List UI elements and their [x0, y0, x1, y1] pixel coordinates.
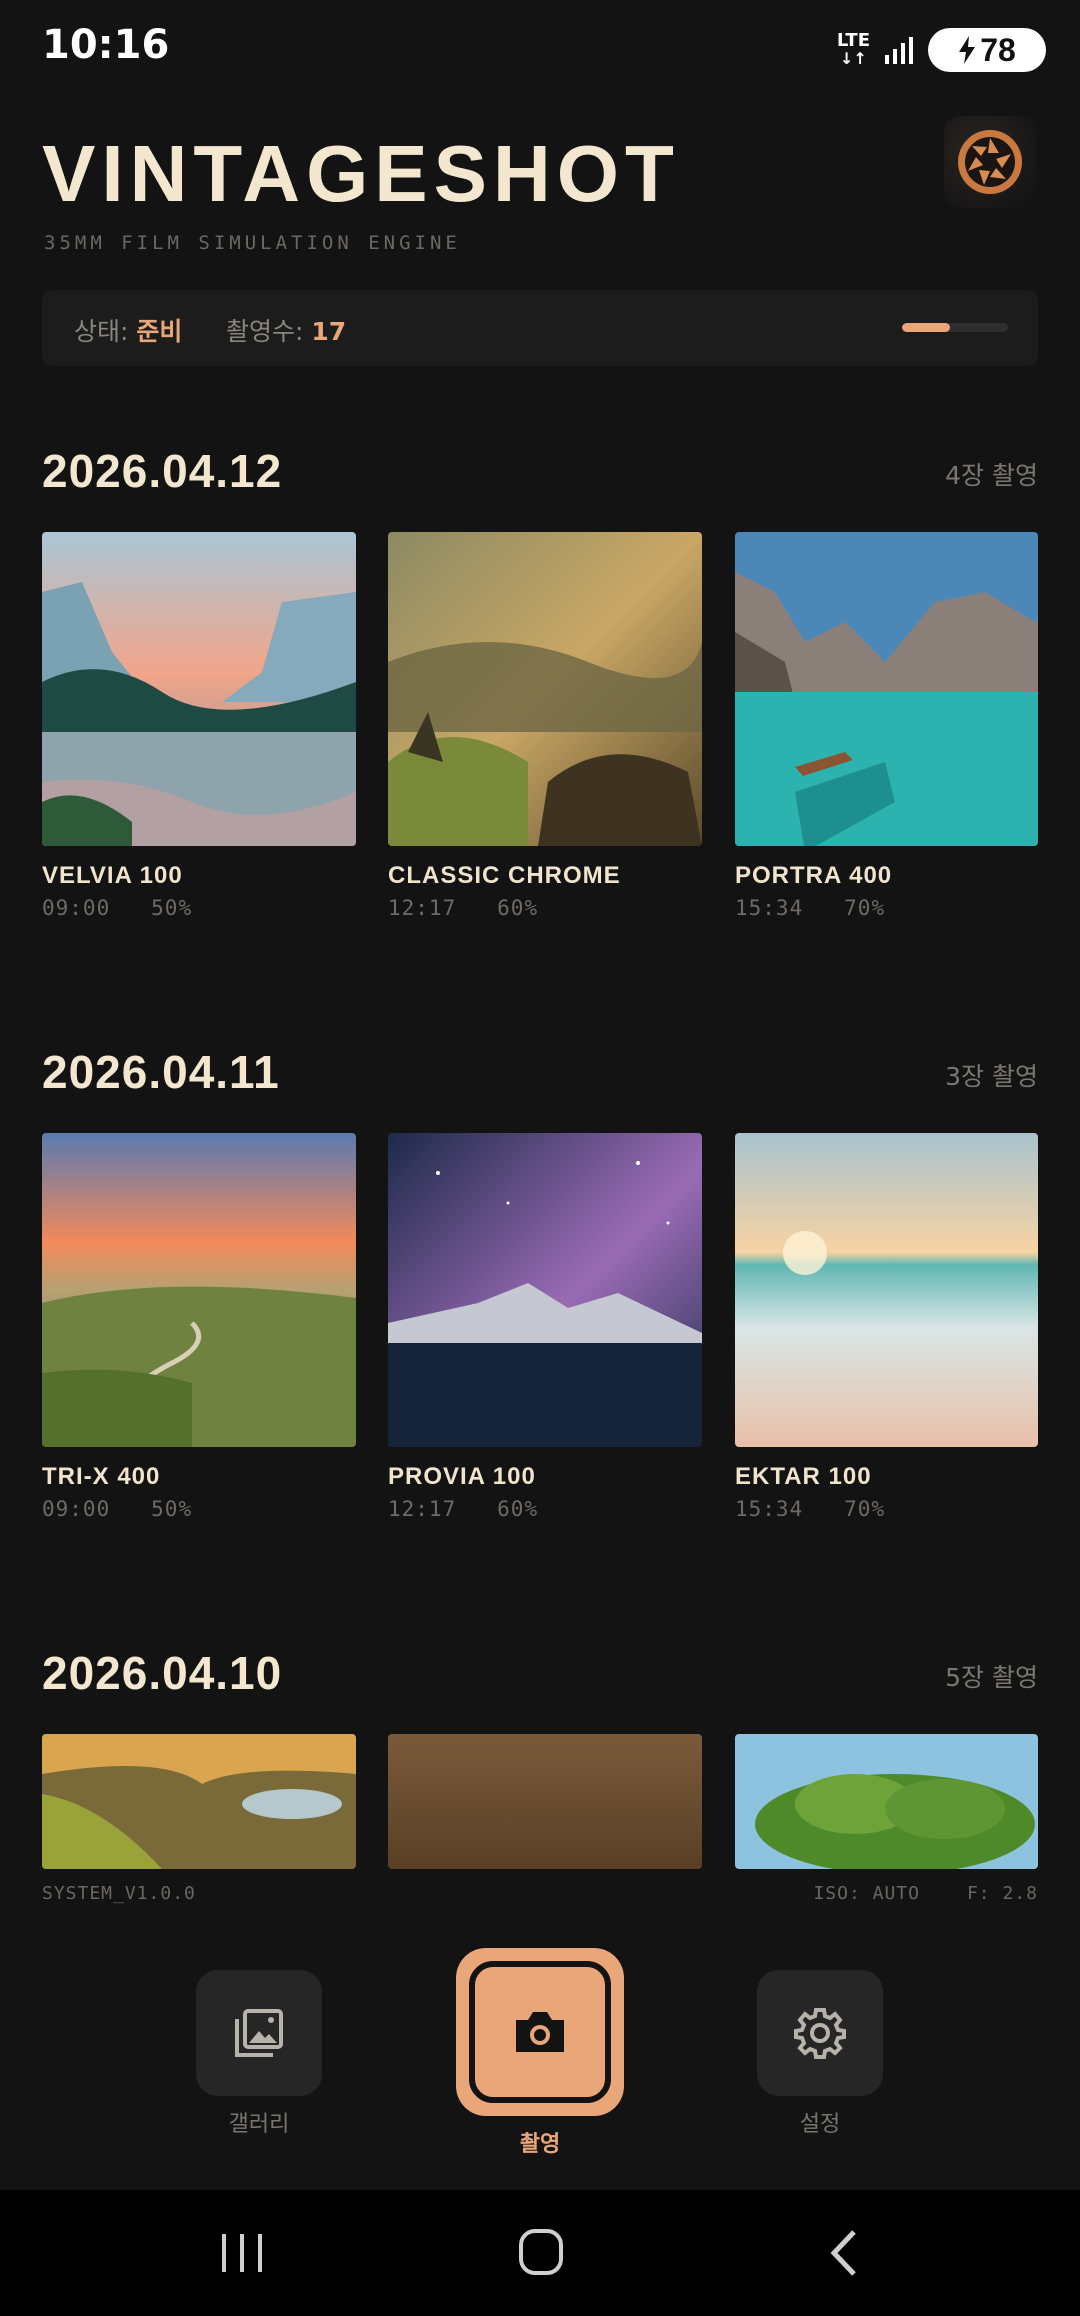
photo-thumbnail[interactable] — [42, 532, 356, 846]
section-count: 5장 촬영 — [945, 1663, 1038, 1692]
signal-icon — [885, 37, 913, 64]
fstop-readout: F: 2.8 — [966, 1883, 1038, 1904]
state-value: 준비 — [136, 317, 183, 346]
photo-meta: 09:00 50% — [42, 1497, 193, 1521]
photo-thumbnail[interactable] — [42, 1133, 356, 1447]
photo-thumbnail[interactable] — [42, 1734, 356, 1869]
network-indicator: LTE ↓↑ — [836, 30, 870, 68]
aperture-icon[interactable] — [944, 116, 1036, 208]
gallery-icon — [235, 2009, 283, 2057]
photo-thumbnail[interactable] — [735, 1133, 1038, 1447]
back-icon[interactable] — [826, 2228, 860, 2278]
system-version: SYSTEM_V1.0.0 — [42, 1883, 196, 1904]
camera-icon — [516, 2012, 564, 2052]
film-name: VELVIA 100 — [42, 862, 183, 889]
section-date: 2026.04.12 — [42, 445, 283, 497]
section-count: 4장 촬영 — [945, 461, 1038, 490]
section-count: 3장 촬영 — [945, 1062, 1038, 1091]
progress-bar — [902, 323, 1008, 332]
section-date: 2026.04.10 — [42, 1647, 283, 1699]
gallery-button[interactable] — [196, 1970, 322, 2096]
photo-thumbnail[interactable] — [388, 1133, 702, 1447]
iso-readout: ISO: AUTO — [813, 1883, 920, 1904]
film-name: CLASSIC CHROME — [388, 862, 621, 889]
photo-meta: 15:34 70% — [735, 1497, 886, 1521]
photo-meta: 15:34 70% — [735, 896, 886, 920]
film-name: TRI-X 400 — [42, 1463, 161, 1490]
app-subtitle: 35MM FILM SIMULATION ENGINE — [44, 232, 461, 254]
recents-icon[interactable] — [220, 2232, 264, 2274]
status-time: 10:16 — [42, 22, 170, 68]
shot-count-value: 17 — [311, 317, 347, 346]
film-name: PORTRA 400 — [735, 862, 893, 889]
photo-meta: 12:17 60% — [388, 896, 539, 920]
photo-thumbnail[interactable] — [735, 532, 1038, 846]
shoot-label: 촬영 — [519, 2132, 561, 2157]
settings-label: 설정 — [799, 2112, 841, 2137]
status-icons: LTE ↓↑ 78 — [837, 28, 1046, 72]
shot-counter: 촬영수: 17 — [226, 317, 347, 346]
photo-meta: 12:17 60% — [388, 1497, 539, 1521]
settings-button[interactable] — [757, 1970, 883, 2096]
system-nav-bar — [0, 2190, 1080, 2316]
app-title: VINTAGESHOT — [42, 129, 680, 218]
photo-meta: 09:00 50% — [42, 896, 193, 920]
state-indicator: 상태: 준비 — [74, 317, 183, 346]
section-date: 2026.04.11 — [42, 1046, 280, 1098]
shoot-button[interactable] — [456, 1948, 624, 2116]
home-icon[interactable] — [518, 2228, 564, 2276]
gallery-label: 갤러리 — [228, 2112, 290, 2137]
photo-thumbnail[interactable] — [388, 532, 702, 846]
charging-icon — [959, 36, 976, 64]
photo-thumbnail[interactable] — [388, 1734, 702, 1869]
gear-icon — [794, 2008, 846, 2059]
photo-thumbnail[interactable] — [735, 1734, 1038, 1869]
film-name: PROVIA 100 — [388, 1463, 536, 1490]
battery-indicator: 78 — [928, 28, 1046, 72]
film-name: EKTAR 100 — [735, 1463, 872, 1490]
status-card: 상태: 준비 촬영수: 17 — [42, 290, 1038, 366]
